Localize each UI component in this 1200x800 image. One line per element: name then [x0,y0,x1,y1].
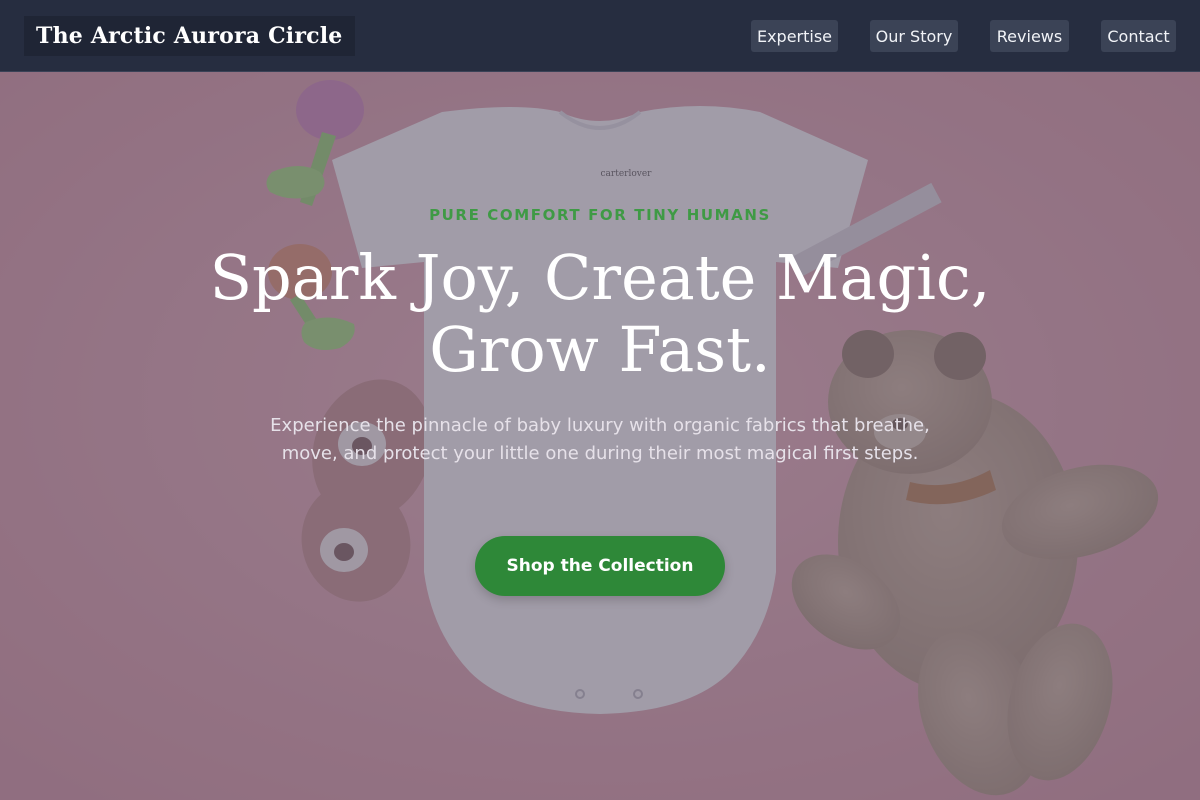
top-navigation-bar: The Arctic Aurora Circle Expertise Our S… [0,0,1200,72]
hero-headline: Spark Joy, Create Magic, Grow Fast. [150,242,1050,386]
shop-collection-button[interactable]: Shop the Collection [475,536,725,596]
brand-logo-text[interactable]: The Arctic Aurora Circle [24,16,355,56]
nav-link-our-story[interactable]: Our Story [870,20,958,52]
hero-eyebrow-tagline: PURE COMFORT FOR TINY HUMANS [429,206,771,224]
hero-description: Experience the pinnacle of baby luxury w… [270,415,930,464]
hero-section: carterlover PURE COMFORT FOR TINY HUMANS… [0,72,1200,800]
nav-link-reviews[interactable]: Reviews [990,20,1069,52]
hero-headline-line-1: Spark Joy, Create Magic, [209,241,991,314]
nav-link-contact[interactable]: Contact [1101,20,1176,52]
nav-link-expertise[interactable]: Expertise [751,20,838,52]
hero-headline-line-2: Grow Fast. [429,313,771,386]
